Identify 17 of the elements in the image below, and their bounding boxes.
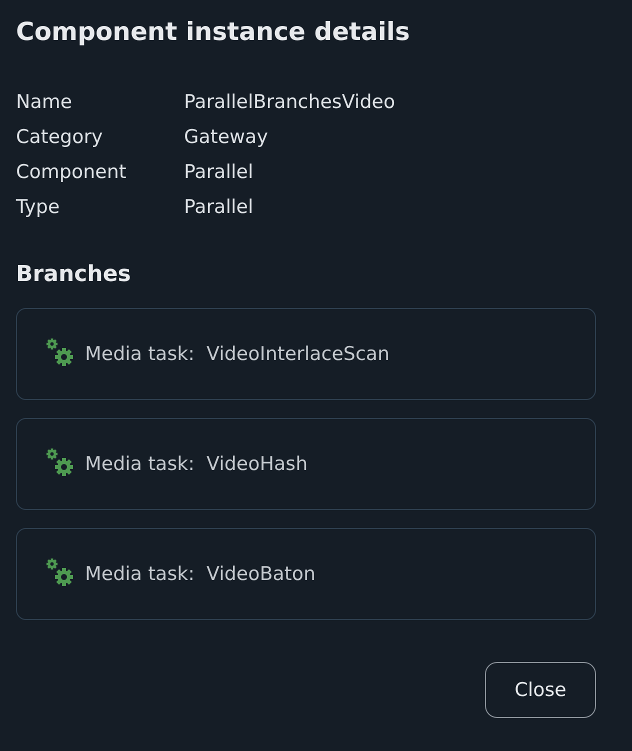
dialog-title: Component instance details	[16, 16, 411, 48]
branch-value: VideoInterlaceScan	[206, 343, 390, 365]
branch-label: Media task:	[85, 453, 195, 475]
branch-value: VideoHash	[206, 453, 308, 475]
branch-label: Media task:	[85, 563, 195, 585]
branch-value: VideoBaton	[206, 563, 316, 585]
branch-label: Media task:	[85, 343, 195, 365]
detail-value: Parallel	[184, 195, 254, 220]
close-button[interactable]: Close	[485, 662, 596, 718]
detail-label: Component	[16, 160, 128, 185]
section-heading: Branches	[16, 261, 132, 289]
detail-label: Category	[16, 125, 104, 150]
detail-value: Parallel	[184, 160, 254, 185]
detail-value: ParallelBranchesVideo	[184, 90, 396, 115]
detail-label: Name	[16, 90, 74, 115]
detail-label: Type	[16, 195, 61, 220]
detail-value: Gateway	[184, 125, 269, 150]
